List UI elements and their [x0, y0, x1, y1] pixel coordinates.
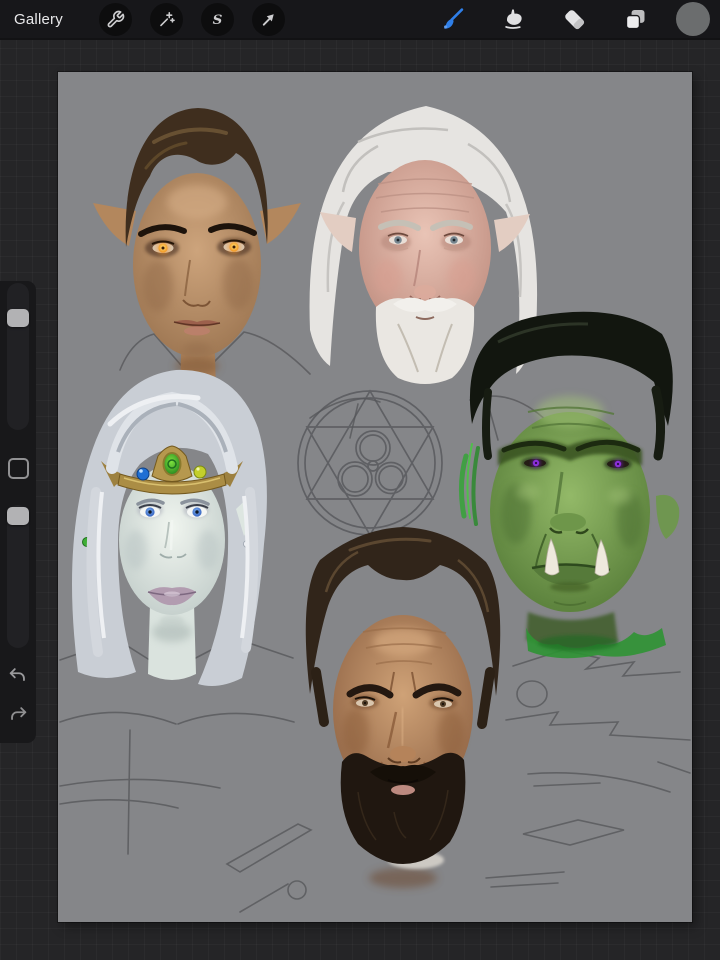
portrait-elf-queen [72, 370, 267, 686]
toolbar-left-group: Gallery S [14, 3, 285, 36]
smudge-finger-icon [500, 6, 527, 33]
portrait-elf-man [93, 108, 301, 395]
opacity-slider[interactable] [7, 505, 29, 648]
top-toolbar: Gallery S [0, 0, 720, 40]
brush-size-handle[interactable] [7, 309, 29, 327]
svg-text:S: S [213, 11, 223, 27]
adjustments-button[interactable] [150, 3, 183, 36]
undo-icon [7, 665, 29, 687]
opacity-handle[interactable] [7, 507, 29, 525]
redo-icon [7, 704, 29, 726]
selection-button[interactable]: S [201, 3, 234, 36]
painting-canvas[interactable] [58, 72, 692, 922]
gallery-button[interactable]: Gallery [14, 11, 63, 28]
hexagram-sigil-sketch [298, 391, 442, 535]
procreate-app: { "topbar": { "gallery_label": "Gallery"… [0, 0, 720, 960]
paint-brush-icon [439, 6, 466, 33]
paint-tool-button[interactable] [437, 4, 467, 34]
color-swatch-button[interactable] [676, 2, 710, 36]
redo-button[interactable] [7, 704, 29, 726]
layers-button[interactable] [620, 4, 650, 34]
canvas-artwork[interactable] [58, 72, 692, 922]
erase-tool-button[interactable] [559, 4, 589, 34]
transform-button[interactable] [252, 3, 285, 36]
transform-arrow-icon [259, 10, 278, 29]
modify-button[interactable] [8, 458, 29, 479]
selection-s-icon: S [208, 10, 227, 29]
layers-icon [622, 6, 649, 33]
wrench-icon [106, 10, 125, 29]
magic-wand-icon [157, 10, 176, 29]
actions-button[interactable] [99, 3, 132, 36]
undo-button[interactable] [7, 665, 29, 687]
brush-size-slider[interactable] [7, 283, 29, 430]
portrait-bearded-man [306, 527, 500, 888]
eraser-icon [561, 6, 588, 33]
smudge-tool-button[interactable] [498, 4, 528, 34]
brush-sidebar [0, 281, 36, 743]
toolbar-right-group [406, 2, 710, 36]
